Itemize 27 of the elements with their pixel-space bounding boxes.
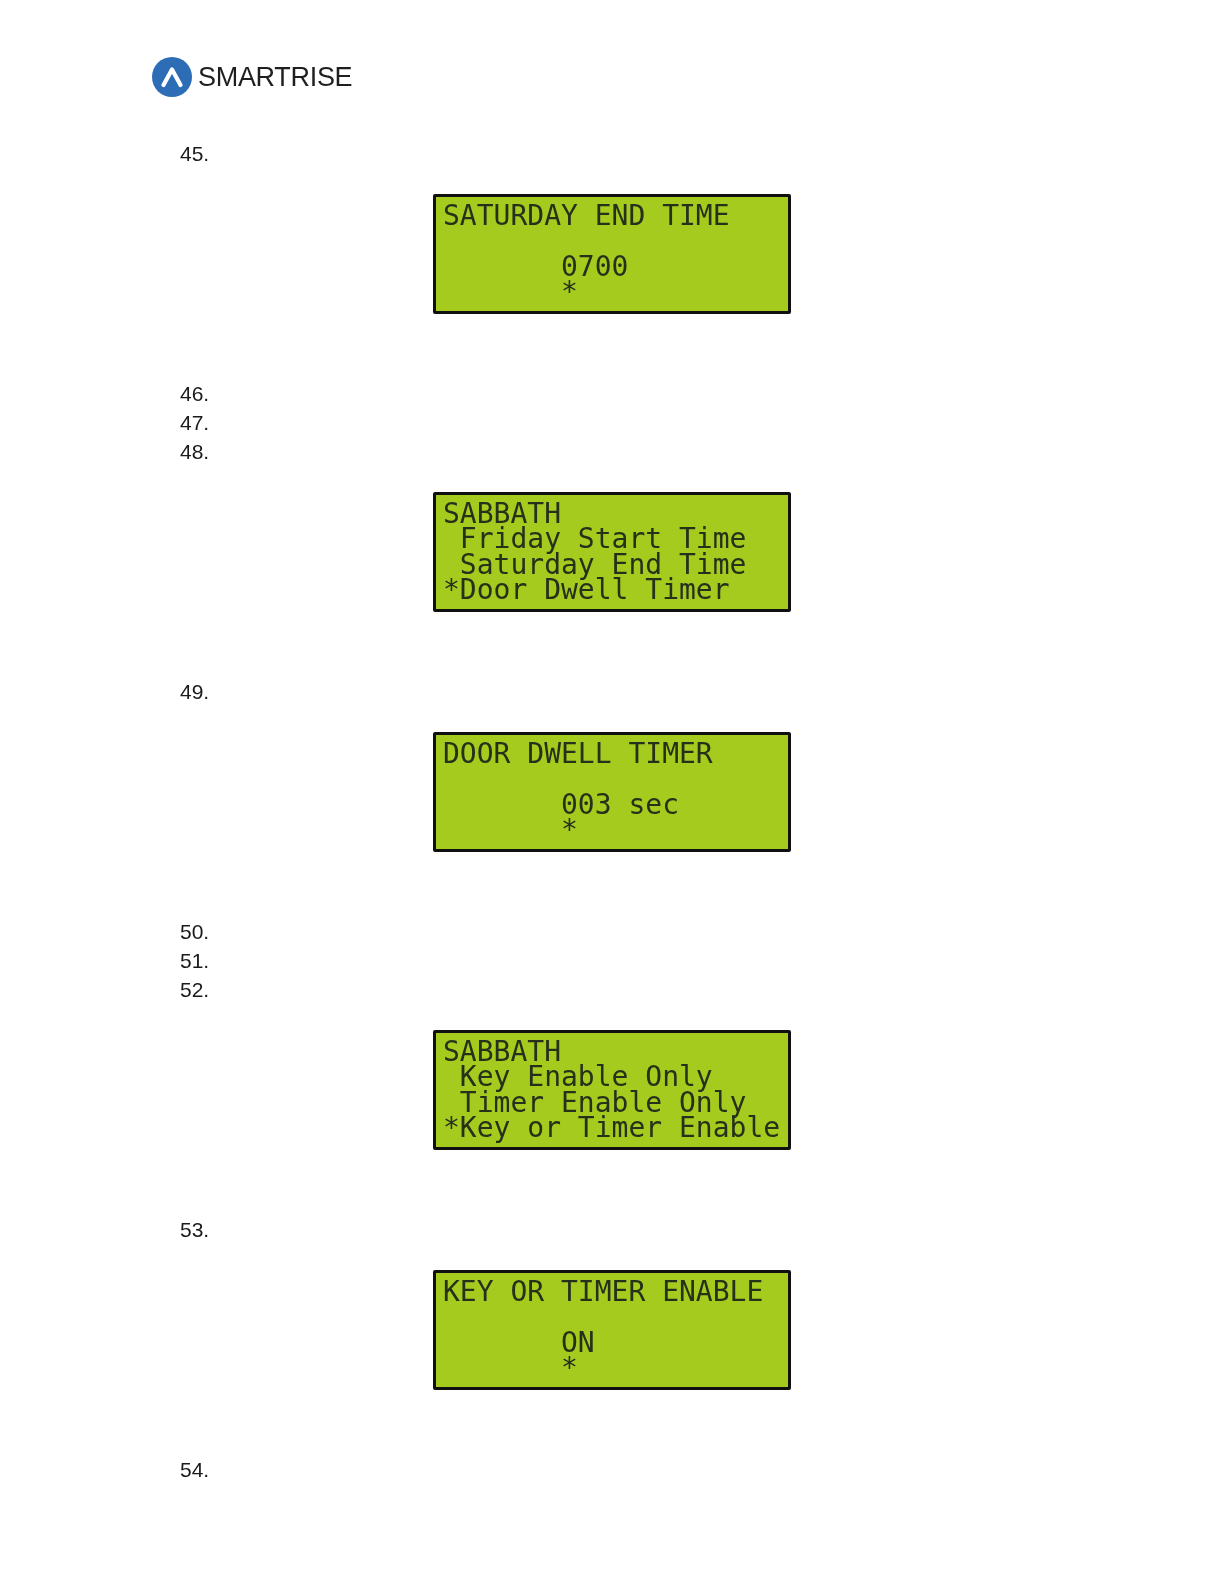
step-number: 46. xyxy=(180,381,210,407)
cursor-mark: * xyxy=(561,816,578,842)
screen-value: 0700 xyxy=(561,253,629,279)
step-number: 52. xyxy=(180,977,210,1003)
step-number: 50. xyxy=(180,919,210,945)
screen-title: SATURDAY END TIME xyxy=(443,203,730,229)
screen-title: KEY OR TIMER ENABLE xyxy=(443,1279,764,1305)
screen-value: ON xyxy=(561,1329,595,1355)
cursor-mark: * xyxy=(443,1114,460,1140)
step-number: 48. xyxy=(180,439,210,465)
step-number: 51. xyxy=(180,948,210,974)
logo-wordmark: SMARTRISE xyxy=(198,62,353,92)
screen-title: DOOR DWELL TIMER xyxy=(443,741,713,767)
cursor-mark: * xyxy=(443,576,460,602)
step-number: 54. xyxy=(180,1457,210,1483)
step-number: 45. xyxy=(180,141,210,167)
step-number: 53. xyxy=(180,1217,210,1243)
step-number: 47. xyxy=(180,410,210,436)
menu-line: Friday Start Time xyxy=(459,526,747,552)
screen-title: SABBATH xyxy=(443,1039,561,1065)
screen-value: 003 sec xyxy=(561,791,679,817)
logo-icon xyxy=(152,57,192,97)
cursor-mark: * xyxy=(561,1354,578,1380)
cursor-mark: * xyxy=(561,278,578,304)
menu-line: Key Enable Only xyxy=(459,1064,713,1090)
screen-title: SABBATH xyxy=(443,501,561,527)
step-number: 49. xyxy=(180,679,210,705)
